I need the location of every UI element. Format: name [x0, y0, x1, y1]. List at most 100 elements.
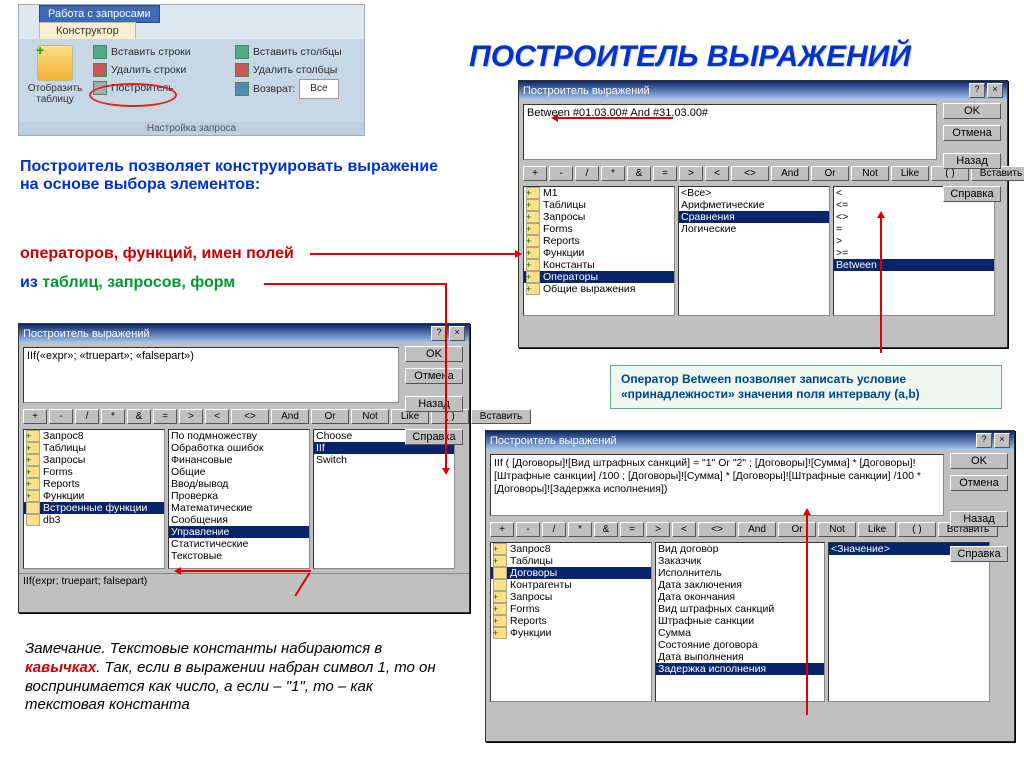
values-pane[interactable]: <<=<>=>>=Between: [833, 186, 995, 316]
op-button[interactable]: <: [705, 166, 729, 181]
list-item[interactable]: Логические: [679, 223, 829, 235]
list-item[interactable]: >: [834, 235, 994, 247]
op-button[interactable]: +: [23, 409, 47, 424]
op-button[interactable]: +: [523, 166, 547, 181]
op-button[interactable]: /: [542, 522, 566, 537]
ok-button[interactable]: OK: [943, 103, 1001, 119]
close-icon[interactable]: ×: [994, 433, 1010, 448]
op-button[interactable]: <: [205, 409, 229, 424]
ribbon-tab-queries[interactable]: Работа с запросами: [39, 5, 160, 23]
list-item[interactable]: Between: [834, 259, 994, 271]
list-item[interactable]: Заказчик: [656, 555, 824, 567]
list-item[interactable]: Исполнитель: [656, 567, 824, 579]
list-item[interactable]: Таблицы: [24, 442, 164, 454]
op-button[interactable]: Like: [858, 522, 896, 537]
help-icon[interactable]: ?: [969, 83, 985, 98]
op-button[interactable]: And: [738, 522, 776, 537]
list-item[interactable]: Дата окончания: [656, 591, 824, 603]
list-item[interactable]: Дата заключения: [656, 579, 824, 591]
list-item[interactable]: Контрагенты: [491, 579, 651, 591]
insert-button[interactable]: Вставить: [471, 409, 531, 424]
list-item[interactable]: Текстовые: [169, 550, 309, 562]
ok-button[interactable]: OK: [405, 346, 463, 362]
list-item[interactable]: =: [834, 223, 994, 235]
op-button[interactable]: &: [594, 522, 618, 537]
list-item[interactable]: Управление: [169, 526, 309, 538]
expression-input[interactable]: IIf(«expr»; «truepart»; «falsepart»): [23, 347, 399, 403]
list-item[interactable]: Операторы: [524, 271, 674, 283]
op-button[interactable]: >: [179, 409, 203, 424]
ok-button[interactable]: OK: [950, 453, 1008, 469]
op-button[interactable]: >: [646, 522, 670, 537]
list-item[interactable]: Forms: [491, 603, 651, 615]
delete-rows-button[interactable]: Удалить строки: [93, 61, 191, 79]
list-item[interactable]: <>: [834, 211, 994, 223]
list-item[interactable]: Reports: [491, 615, 651, 627]
list-item[interactable]: Таблицы: [524, 199, 674, 211]
op-button[interactable]: *: [568, 522, 592, 537]
list-item[interactable]: Запрос8: [491, 543, 651, 555]
list-item[interactable]: Вид договор: [656, 543, 824, 555]
list-item[interactable]: Обработка ошибок: [169, 442, 309, 454]
help-button[interactable]: Справка: [405, 429, 463, 445]
op-button[interactable]: &: [127, 409, 151, 424]
op-button[interactable]: Like: [891, 166, 929, 181]
list-item[interactable]: Функции: [491, 627, 651, 639]
help-icon[interactable]: ?: [976, 433, 992, 448]
list-item[interactable]: Финансовые: [169, 454, 309, 466]
subcategory-pane[interactable]: Вид договорЗаказчикИсполнительДата заклю…: [655, 542, 825, 702]
list-item[interactable]: Договоры: [491, 567, 651, 579]
list-item[interactable]: Вид штрафных санкций: [656, 603, 824, 615]
cancel-button[interactable]: Отмена: [950, 475, 1008, 491]
expression-input[interactable]: Between #01.03.00# And #31.03.00#: [523, 104, 937, 160]
list-item[interactable]: Ввод/вывод: [169, 478, 309, 490]
list-item[interactable]: Запросы: [24, 454, 164, 466]
expression-input[interactable]: IIf ( [Договоры]![Вид штрафных санкций] …: [490, 454, 944, 516]
op-button[interactable]: =: [153, 409, 177, 424]
op-button[interactable]: Not: [818, 522, 856, 537]
list-item[interactable]: Сравнения: [679, 211, 829, 223]
help-button[interactable]: Справка: [943, 186, 1001, 202]
show-table-button[interactable]: Отобразить таблицу: [25, 45, 85, 105]
insert-rows-button[interactable]: Вставить строки: [93, 43, 191, 61]
category-pane[interactable]: Запрос8Таблицы Договоры КонтрагентыЗапро…: [490, 542, 652, 702]
op-button[interactable]: &: [627, 166, 651, 181]
list-item[interactable]: Функции: [24, 490, 164, 502]
list-item[interactable]: Встроенные функции: [24, 502, 164, 514]
op-button[interactable]: *: [101, 409, 125, 424]
list-item[interactable]: db3: [24, 514, 164, 526]
list-item[interactable]: Проверка: [169, 490, 309, 502]
list-item[interactable]: Состояние договора: [656, 639, 824, 651]
op-button[interactable]: And: [271, 409, 309, 424]
op-button[interactable]: <: [672, 522, 696, 537]
op-button[interactable]: Or: [311, 409, 349, 424]
op-button[interactable]: <>: [698, 522, 736, 537]
list-item[interactable]: Математические: [169, 502, 309, 514]
list-item[interactable]: <Все>: [679, 187, 829, 199]
category-pane[interactable]: Запрос8ТаблицыЗапросыFormsReportsФункции…: [23, 429, 165, 569]
list-item[interactable]: Дата выполнения: [656, 651, 824, 663]
back-button[interactable]: Назад: [405, 396, 463, 412]
list-item[interactable]: Общие выражения: [524, 283, 674, 295]
list-item[interactable]: Reports: [24, 478, 164, 490]
back-button[interactable]: Назад: [943, 153, 1001, 169]
list-item[interactable]: Switch: [314, 454, 454, 466]
subcategory-pane[interactable]: По подмножествуОбработка ошибокФинансовы…: [168, 429, 310, 569]
op-button[interactable]: <>: [231, 409, 269, 424]
subcategory-pane[interactable]: <Все>АрифметическиеСравненияЛогические: [678, 186, 830, 316]
op-button[interactable]: Not: [351, 409, 389, 424]
list-item[interactable]: Арифметические: [679, 199, 829, 211]
list-item[interactable]: Reports: [524, 235, 674, 247]
op-button[interactable]: <>: [731, 166, 769, 181]
list-item[interactable]: Статистические: [169, 538, 309, 550]
op-button[interactable]: =: [653, 166, 677, 181]
op-button[interactable]: *: [601, 166, 625, 181]
list-item[interactable]: Сумма: [656, 627, 824, 639]
list-item[interactable]: >=: [834, 247, 994, 259]
list-item[interactable]: Общие: [169, 466, 309, 478]
list-item[interactable]: Штрафные санкции: [656, 615, 824, 627]
op-button[interactable]: And: [771, 166, 809, 181]
list-item[interactable]: Константы: [524, 259, 674, 271]
category-pane[interactable]: М1ТаблицыЗапросыFormsReportsФункцииКонст…: [523, 186, 675, 316]
return-select[interactable]: Все: [299, 79, 338, 99]
